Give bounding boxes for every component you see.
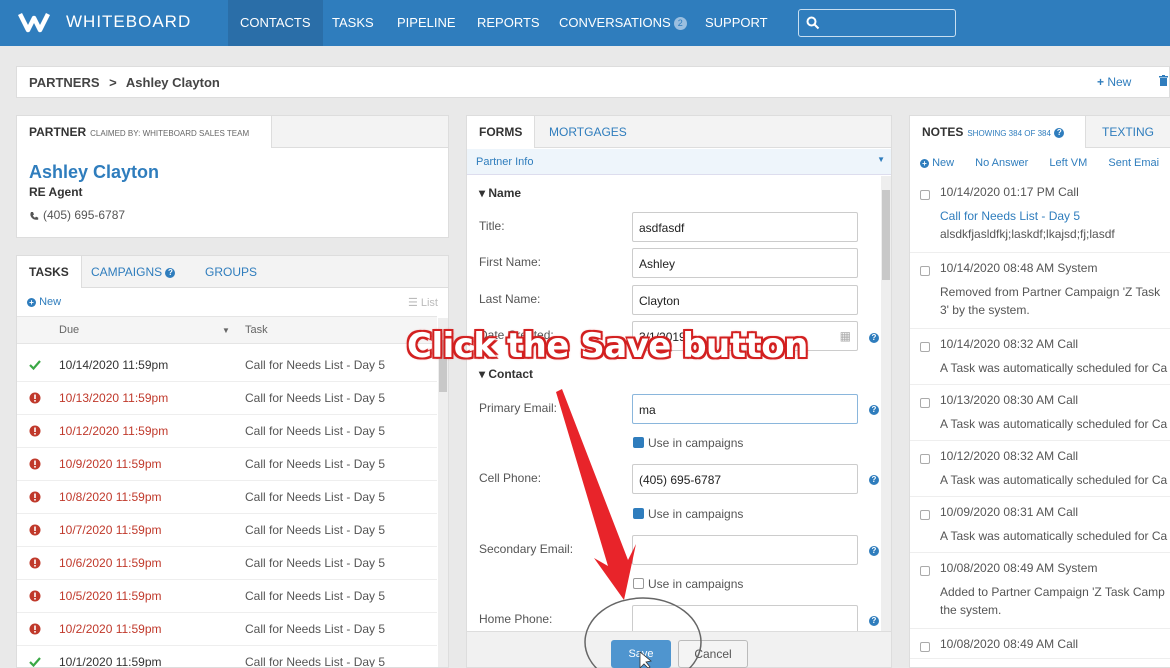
- annotation-callout: Click the Save button: [407, 326, 808, 366]
- annotation-arrow: [556, 389, 636, 600]
- cursor-pointer-icon: [639, 651, 652, 668]
